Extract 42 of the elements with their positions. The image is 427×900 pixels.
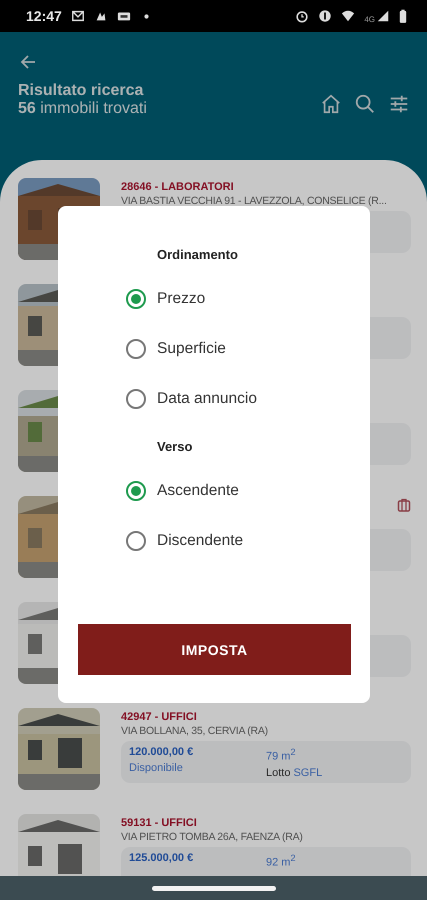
mail-icon (70, 9, 85, 23)
option-label[interactable]: Discendente (157, 532, 244, 550)
listing-title: 59131 - UFFICI (121, 817, 197, 829)
search-icon[interactable] (354, 93, 376, 115)
option-label[interactable]: Superficie (157, 340, 226, 358)
availability-label: Disponibile (129, 762, 184, 775)
listing-price: 120.000,00 € (129, 746, 194, 759)
listing-title: 42947 - UFFICI (121, 711, 197, 723)
listing-address: VIA BOLLANA, 35, CERVIA (RA) (121, 724, 269, 738)
home-handle[interactable] (152, 886, 276, 890)
set-button[interactable]: IMPOSTA (78, 624, 351, 675)
listing-title: 28646 - LABORATORI (121, 181, 234, 193)
network-label: 4G (364, 14, 375, 24)
option-label[interactable]: Prezzo (157, 290, 206, 308)
radio-button[interactable] (126, 481, 146, 501)
radio-button[interactable] (126, 531, 146, 551)
listing-price: 125.000,00 € (129, 852, 194, 865)
home-icon[interactable] (320, 93, 342, 115)
lot-value: SGFL (293, 766, 322, 779)
radio-button[interactable] (126, 289, 146, 309)
section-title: Verso (156, 439, 194, 454)
building-icon[interactable] (397, 498, 411, 512)
filter-icon[interactable] (388, 93, 410, 115)
eye-icon (318, 9, 332, 23)
listing-address: VIA PIETRO TOMBA 26A, FAENZA (RA) (121, 830, 304, 844)
section-title: Ordinamento (156, 247, 239, 262)
radio-button[interactable] (126, 339, 146, 359)
alarm-icon (295, 9, 310, 23)
listing-address: VIA BASTIA VECCHIA 91 - LAVEZZOLA, CONSELICE (R... (121, 194, 388, 208)
dot-icon (144, 14, 149, 18)
listing-area: 92 m$^{2}$ (266, 852, 403, 870)
option-label[interactable]: Ascendente (157, 482, 239, 500)
signal-icon (376, 9, 390, 23)
lot-label: Lotto (266, 766, 290, 779)
listing-area: 79 m$^{2}$ (266, 746, 403, 764)
screen-title: Risultato ricerca (18, 82, 144, 100)
radio-button[interactable] (126, 389, 146, 409)
wifi-icon (341, 9, 356, 23)
battery-icon (399, 8, 407, 24)
option-label[interactable]: Data annuncio (157, 390, 257, 408)
status-time: 12:47 (26, 8, 62, 24)
results-count: 56 immobili trovati (18, 100, 147, 118)
